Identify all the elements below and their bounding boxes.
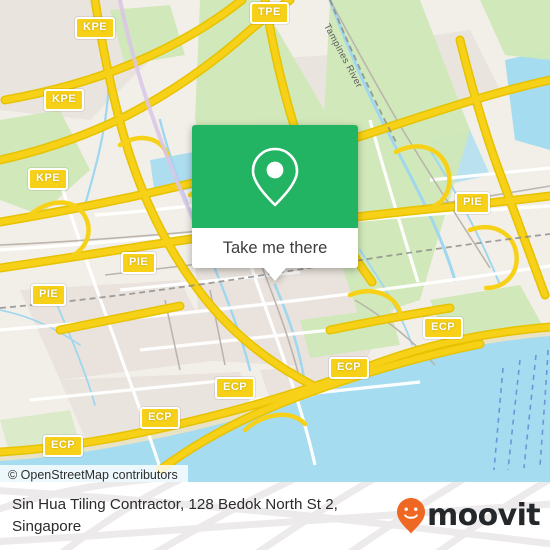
shield-pie-3: PIE [31,284,67,306]
take-me-there-button[interactable]: Take me there [192,228,358,268]
take-me-there-card[interactable]: Take me there [192,125,358,281]
shield-tpe-1: TPE [250,2,289,24]
footer-content: Sin Hua Tiling Contractor, 128 Bedok Nor… [0,482,550,550]
shield-ecp-4: ECP [140,407,181,429]
moovit-wordmark: moovit [426,498,541,533]
map-canvas[interactable]: KPE KPE KPE TPE PIE PIE PIE ECP ECP ECP … [0,0,550,482]
shield-ecp-3: ECP [215,377,256,399]
card-icon-area [192,125,358,228]
shield-pie-2: PIE [121,252,157,274]
map-pin-icon [251,147,299,206]
shield-pie-1: PIE [455,192,491,214]
footer-bar: Sin Hua Tiling Contractor, 128 Bedok Nor… [0,482,550,550]
shield-kpe-3: KPE [28,168,69,190]
shield-ecp-5: ECP [43,435,84,457]
moovit-pin-smiley-icon [396,498,425,534]
moovit-logo[interactable]: moovit [396,497,550,535]
shield-ecp-1: ECP [423,317,464,339]
shield-ecp-2: ECP [329,357,370,379]
card-pointer-tail [264,268,286,281]
shield-kpe-2: KPE [44,89,85,111]
osm-attribution[interactable]: © OpenStreetMap contributors [0,465,188,482]
moovit-map-page: KPE KPE KPE TPE PIE PIE PIE ECP ECP ECP … [0,0,550,550]
place-title: Sin Hua Tiling Contractor, 128 Bedok Nor… [12,496,338,535]
take-me-there-label: Take me there [222,238,328,257]
shield-kpe-1: KPE [75,17,116,39]
